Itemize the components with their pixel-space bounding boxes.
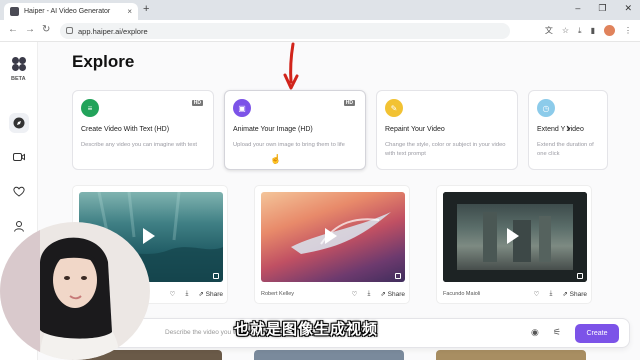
video-card-partial — [436, 350, 586, 360]
paint-brush-icon: ✎ — [385, 99, 403, 117]
hd-badge: HD — [191, 100, 203, 106]
site-info-icon[interactable] — [66, 27, 73, 34]
like-heart-icon[interactable]: ♡ — [352, 290, 358, 298]
address-toolbar: ← → ↻ app.haiper.ai/explore 文 ☆ ⤓ ▮ ⋮ — [0, 20, 640, 42]
share-label: Share — [205, 291, 223, 298]
text-video-icon: ≡ — [81, 99, 99, 117]
browser-titlebar: Haiper - AI Video Generator × + – ❐ ✕ — [0, 0, 640, 20]
video-card-partial — [254, 350, 404, 360]
tab-close-icon[interactable]: × — [127, 7, 132, 16]
share-button[interactable]: ⇗ Share — [380, 290, 405, 298]
tab-title: Haiper - AI Video Generator — [24, 8, 111, 15]
minimize-button[interactable]: – — [575, 3, 580, 14]
window-controls: – ❐ ✕ — [575, 3, 632, 14]
user-icon — [14, 221, 24, 232]
expand-icon[interactable] — [395, 273, 401, 279]
clock-icon: ◷ — [537, 99, 555, 117]
browser-tab[interactable]: Haiper - AI Video Generator × — [4, 3, 138, 20]
tool-card-description: Change the style, color or subject in yo… — [385, 142, 506, 157]
download-icon[interactable]: ⤓ — [578, 26, 582, 36]
reload-icon[interactable]: ↻ — [42, 24, 50, 35]
share-button[interactable]: ⇗ Share — [562, 290, 587, 298]
heart-icon — [13, 186, 25, 197]
image-icon: ▣ — [233, 99, 251, 117]
share-button[interactable]: ⇗ Share — [198, 290, 223, 298]
video-thumbnail[interactable] — [443, 192, 587, 282]
url-bar[interactable]: app.haiper.ai/explore — [60, 23, 510, 39]
like-heart-icon[interactable]: ♡ — [534, 290, 540, 298]
hand-cursor-icon: ☝ — [270, 154, 282, 164]
download-icon[interactable]: ⤓ — [186, 290, 189, 298]
bookmark-star-icon[interactable]: ☆ — [562, 26, 569, 35]
video-subtitle: 也就是图像生成视频 — [234, 321, 379, 338]
share-label: Share — [387, 291, 405, 298]
browser-extensions: 文 ☆ ⤓ ▮ ⋮ — [545, 25, 632, 36]
forward-arrow-icon[interactable]: → — [25, 24, 35, 35]
play-icon[interactable] — [143, 228, 155, 244]
video-card[interactable]: Robert Kelley ♡ ⤓ ⇗ Share — [254, 185, 410, 304]
expand-icon[interactable] — [577, 273, 583, 279]
expand-icon[interactable] — [213, 273, 219, 279]
tool-card-description: Upload your own image to bring them to l… — [233, 142, 345, 148]
visibility-eye-icon[interactable]: ◉ — [531, 327, 539, 338]
compass-icon — [13, 117, 25, 129]
hd-badge: HD — [343, 100, 355, 106]
video-thumbnail[interactable] — [261, 192, 405, 282]
tool-card-repaint-video[interactable]: ✎ Repaint Your Video Change the style, c… — [376, 90, 518, 170]
play-icon[interactable] — [507, 228, 519, 244]
video-author: Robert Kelley — [261, 291, 295, 297]
close-window-button[interactable]: ✕ — [624, 3, 632, 14]
like-heart-icon[interactable]: ♡ — [170, 290, 176, 298]
create-button[interactable]: Create — [575, 324, 619, 343]
extension-icon[interactable]: ▮ — [591, 26, 595, 35]
tool-card-title: Animate Your Image (HD) — [233, 126, 313, 133]
play-icon[interactable] — [325, 228, 337, 244]
download-icon[interactable]: ⤓ — [550, 290, 553, 298]
tool-card-title: Create Video With Text (HD) — [81, 126, 170, 133]
tool-card-description: Extend the duration of one click — [537, 142, 594, 157]
annotation-arrow-icon — [283, 42, 299, 90]
video-camera-icon — [13, 153, 25, 161]
prompt-tools: ◉ ⚟ — [531, 327, 561, 338]
profile-avatar[interactable] — [604, 25, 615, 36]
settings-sliders-icon[interactable]: ⚟ — [553, 327, 561, 338]
webcam-overlay — [0, 222, 150, 360]
beta-label: BETA — [11, 76, 26, 82]
download-icon[interactable]: ⤓ — [368, 290, 371, 298]
video-author: Facundo Maioli — [443, 291, 481, 297]
carousel-next-button[interactable]: › — [566, 120, 570, 135]
haiper-logo-icon[interactable] — [11, 56, 27, 72]
sidebar-item-profile[interactable] — [9, 216, 29, 236]
tool-card-description: Describe any video you can imagine with … — [81, 142, 197, 148]
haiper-favicon-icon — [10, 7, 19, 16]
tool-card-animate-image[interactable]: ▣ HD Animate Your Image (HD) Upload your… — [224, 90, 366, 170]
translate-icon[interactable]: 文 — [545, 25, 553, 36]
back-arrow-icon[interactable]: ← — [8, 24, 18, 35]
url-text: app.haiper.ai/explore — [78, 26, 148, 36]
browser-menu-icon[interactable]: ⋮ — [624, 26, 632, 35]
maximize-button[interactable]: ❐ — [598, 3, 606, 14]
page-title: Explore — [72, 52, 135, 71]
tool-card-title: Repaint Your Video — [385, 126, 445, 133]
sidebar-item-videos[interactable] — [9, 147, 29, 167]
tool-card-text-to-video[interactable]: ≡ HD Create Video With Text (HD) Describ… — [72, 90, 214, 170]
video-meta: Robert Kelley ♡ ⤓ ⇗ Share — [261, 290, 405, 298]
sidebar-item-explore[interactable] — [9, 113, 29, 133]
new-tab-button[interactable]: + — [143, 3, 149, 15]
share-label: Share — [569, 291, 587, 298]
presenter-video — [0, 222, 150, 360]
video-card[interactable]: Facundo Maioli ♡ ⤓ ⇗ Share — [436, 185, 592, 304]
sidebar-item-favorites[interactable] — [9, 181, 29, 201]
video-meta: Facundo Maioli ♡ ⤓ ⇗ Share — [443, 290, 587, 298]
